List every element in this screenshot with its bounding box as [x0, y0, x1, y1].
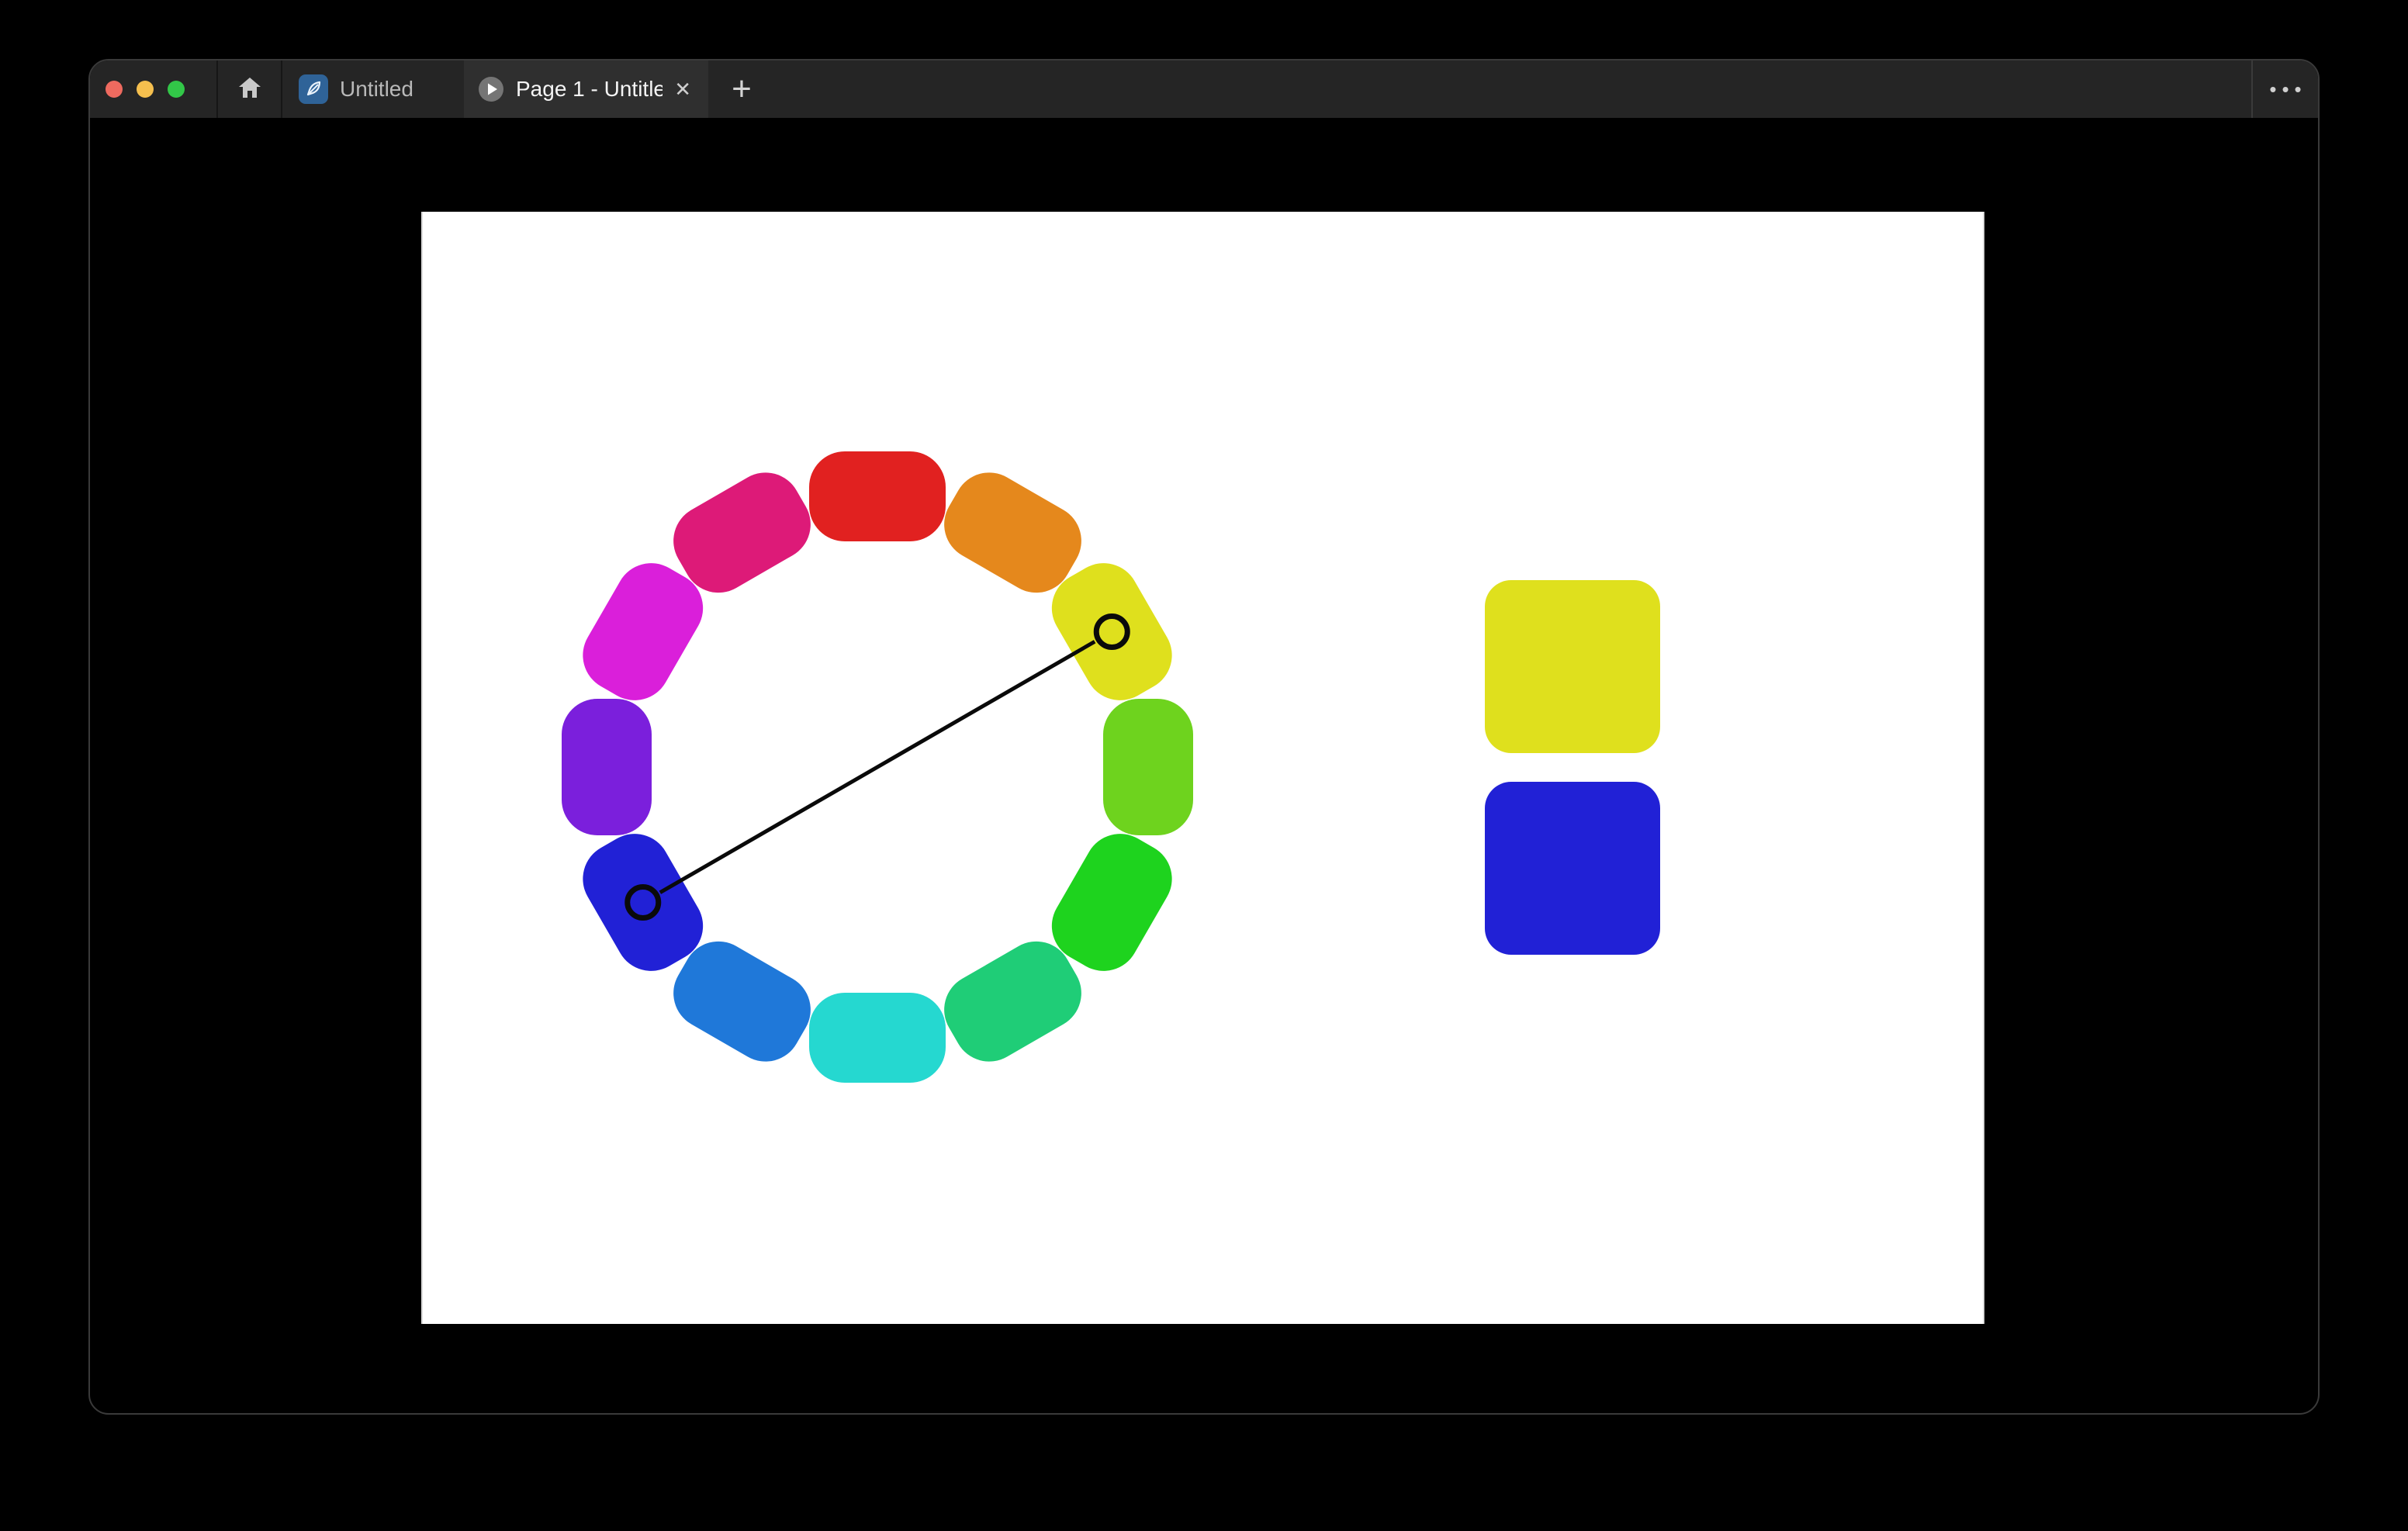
tab-label: Page 1 - Untitled [516, 77, 663, 102]
selection-line [660, 641, 1095, 893]
pair-swatch-blue[interactable] [1485, 782, 1660, 955]
pair-swatch-yellow[interactable] [1485, 580, 1660, 753]
wheel-swatch-cyan[interactable] [809, 993, 946, 1083]
new-tab-button[interactable]: + [708, 60, 775, 118]
tab-untitled[interactable]: Untitled [282, 60, 464, 118]
design-canvas-svg[interactable] [421, 212, 1984, 1324]
quill-doc-icon [299, 74, 328, 104]
tab-page-1-untitled[interactable]: Page 1 - Untitled ✕ [464, 60, 708, 118]
wheel-swatch-purple[interactable] [562, 699, 652, 835]
design-canvas[interactable] [421, 212, 1984, 1324]
home-icon [237, 74, 263, 105]
zoom-window-button[interactable] [168, 81, 185, 98]
close-tab-icon[interactable]: ✕ [674, 79, 708, 99]
app-window: Untitled Page 1 - Untitled ✕ + ••• [88, 59, 2320, 1415]
traffic-lights [90, 60, 216, 118]
minimize-window-button[interactable] [137, 81, 154, 98]
titlebar-spacer [775, 60, 2251, 118]
play-icon [478, 76, 504, 102]
tab-label: Untitled [340, 77, 413, 102]
overflow-menu-button[interactable]: ••• [2253, 60, 2318, 118]
desktop: { "titlebar": { "tabs": [ { "label": "Un… [0, 0, 2408, 1531]
home-button[interactable] [218, 60, 281, 118]
close-window-button[interactable] [106, 81, 123, 98]
wheel-swatch-chartreuse[interactable] [1103, 699, 1193, 835]
title-bar: Untitled Page 1 - Untitled ✕ + ••• [90, 60, 2318, 118]
wheel-swatch-red[interactable] [809, 451, 946, 541]
